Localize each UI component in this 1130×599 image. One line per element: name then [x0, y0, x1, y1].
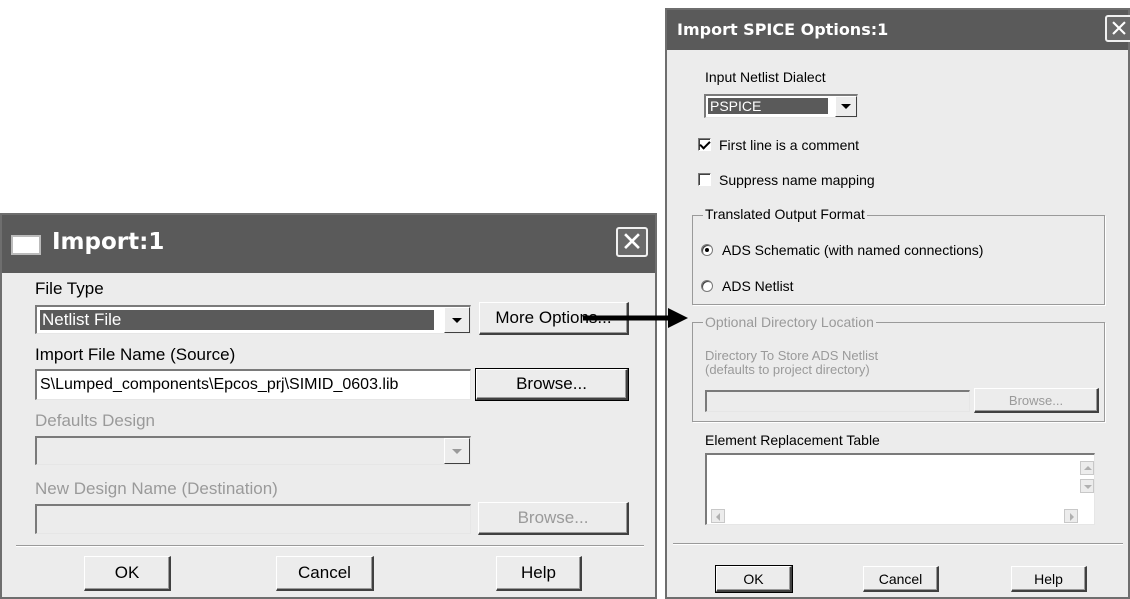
spice-ok-button[interactable]: OK: [715, 565, 793, 593]
directory-default-label: (defaults to project directory): [705, 362, 870, 377]
element-replacement-table[interactable]: [705, 453, 1095, 525]
directory-store-label: Directory To Store ADS Netlist: [705, 348, 879, 363]
ads-schematic-label[interactable]: ADS Schematic (with named connections): [722, 242, 983, 258]
ok-button[interactable]: OK: [84, 556, 171, 591]
import-dialog: Import:1 File Type Netlist File More Opt…: [0, 213, 657, 599]
dialect-label: Input Netlist Dialect: [705, 69, 826, 85]
spice-cancel-button[interactable]: Cancel: [863, 566, 939, 592]
button-separator: [16, 545, 644, 547]
spice-close-button[interactable]: [1105, 15, 1130, 42]
suppress-name-mapping-label[interactable]: Suppress name mapping: [719, 172, 875, 188]
help-button[interactable]: Help: [496, 556, 582, 591]
chevron-down-icon[interactable]: [444, 307, 470, 333]
browse-destination-button[interactable]: Browse...: [478, 502, 629, 535]
ads-netlist-label[interactable]: ADS Netlist: [722, 278, 794, 294]
scroll-down-icon[interactable]: [1080, 479, 1094, 493]
directory-input[interactable]: [705, 390, 970, 412]
file-type-select[interactable]: Netlist File: [35, 305, 471, 334]
import-file-name-label: Import File Name (Source): [35, 345, 236, 364]
import-dialog-title: Import:1: [52, 229, 165, 255]
first-line-comment-checkbox[interactable]: [698, 138, 711, 151]
element-replacement-label: Element Replacement Table: [705, 432, 880, 448]
file-type-value: Netlist File: [40, 310, 434, 330]
dialect-value: PSPICE: [708, 98, 828, 114]
cancel-button[interactable]: Cancel: [276, 556, 374, 591]
ads-netlist-radio[interactable]: [701, 280, 713, 292]
spice-help-button[interactable]: Help: [1011, 566, 1087, 592]
close-icon: [624, 233, 640, 249]
more-options-button[interactable]: More Options...: [479, 302, 629, 335]
first-line-comment-label[interactable]: First line is a comment: [719, 137, 859, 153]
import-close-button[interactable]: [616, 227, 648, 257]
close-icon: [1112, 21, 1126, 35]
spice-dialog-title: Import SPICE Options:1: [677, 20, 889, 39]
suppress-name-mapping-checkbox[interactable]: [698, 173, 711, 186]
chevron-down-icon[interactable]: [835, 96, 857, 117]
scroll-left-icon[interactable]: [711, 509, 725, 523]
directory-browse-button[interactable]: Browse...: [974, 388, 1099, 413]
spice-options-dialog: Import SPICE Options:1 Input Netlist Dia…: [665, 8, 1130, 599]
import-title-bar[interactable]: Import:1: [2, 215, 655, 273]
new-design-name-input[interactable]: [35, 504, 471, 534]
scroll-right-icon[interactable]: [1064, 509, 1078, 523]
import-file-name-input[interactable]: S\Lumped_components\Epcos_prj\SIMID_0603…: [35, 369, 471, 400]
file-type-label: File Type: [35, 279, 104, 298]
dialect-select[interactable]: PSPICE: [704, 94, 858, 118]
browse-button[interactable]: Browse...: [475, 368, 629, 401]
ads-schematic-radio[interactable]: [701, 244, 713, 256]
window-icon: [11, 235, 41, 255]
new-design-name-label: New Design Name (Destination): [35, 479, 278, 498]
spice-button-separator: [673, 543, 1123, 545]
optional-directory-label: Optional Directory Location: [703, 314, 876, 330]
defaults-design-label: Defaults Design: [35, 411, 156, 430]
output-format-label: Translated Output Format: [703, 206, 867, 222]
chevron-down-icon[interactable]: [444, 438, 470, 464]
scroll-up-icon[interactable]: [1080, 461, 1094, 475]
defaults-design-select[interactable]: [35, 436, 471, 465]
spice-title-bar[interactable]: Import SPICE Options:1: [667, 10, 1130, 50]
